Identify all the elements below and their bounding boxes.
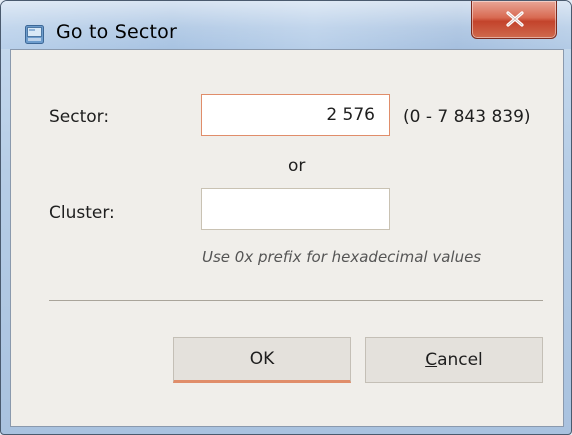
title-bar[interactable]: Go to Sector — [1, 1, 571, 49]
divider — [49, 300, 543, 301]
drive-icon — [25, 25, 44, 44]
window-title: Go to Sector — [56, 21, 177, 43]
cancel-button-label: Cancel — [425, 350, 483, 370]
sector-input[interactable]: 2 576 — [201, 94, 390, 136]
cancel-access-key: C — [425, 350, 438, 370]
cancel-button[interactable]: Cancel — [365, 337, 543, 383]
cluster-label: Cluster: — [49, 203, 115, 223]
dialog-window: Go to Sector Sector: 2 576 (0 - 7 843 83… — [0, 0, 572, 435]
close-button[interactable] — [471, 1, 557, 39]
cancel-label-rest: ancel — [437, 350, 483, 370]
sector-label: Sector: — [49, 107, 110, 127]
close-icon — [506, 11, 524, 27]
or-separator-text: or — [288, 156, 306, 176]
sector-range: (0 - 7 843 839) — [403, 107, 531, 127]
cluster-input[interactable] — [201, 188, 390, 230]
ok-button[interactable]: OK — [173, 337, 351, 383]
hex-hint: Use 0x prefix for hexadecimal values — [202, 248, 482, 266]
dialog-body: Sector: 2 576 (0 - 7 843 839) or Cluster… — [10, 49, 564, 427]
ok-button-label: OK — [249, 349, 275, 369]
